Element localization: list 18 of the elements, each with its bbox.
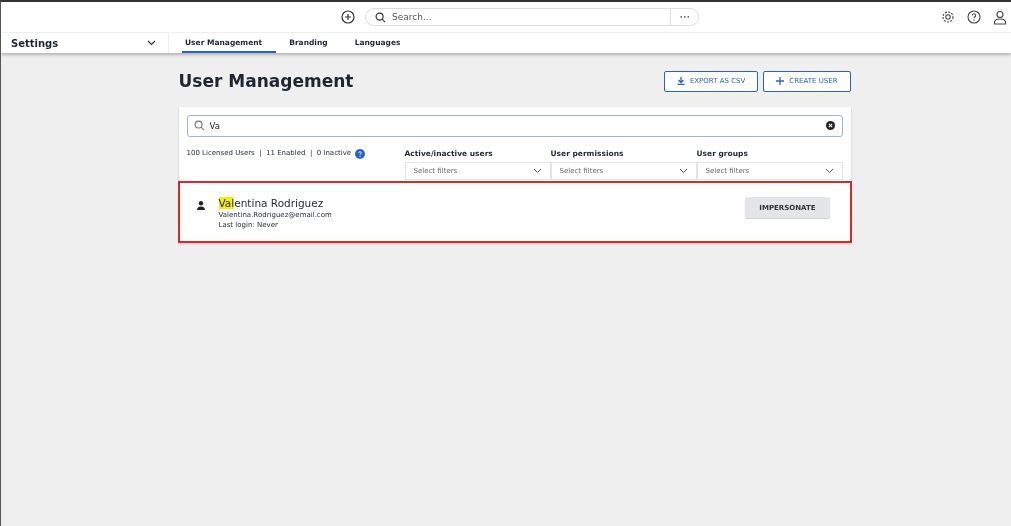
chevron-icon (678, 168, 688, 174)
clear-icon[interactable] (825, 121, 835, 130)
add-icon[interactable] (341, 10, 355, 24)
search-icon (375, 11, 386, 23)
chevron-icon[interactable] (147, 40, 156, 46)
help-icon[interactable] (967, 9, 981, 24)
help-icon[interactable] (355, 149, 366, 159)
chevron-icon (824, 168, 834, 174)
section-title: Settings (11, 37, 59, 49)
plus-icon (776, 77, 785, 85)
person-icon (196, 201, 205, 210)
user-search-field[interactable]: Va (186, 115, 843, 137)
search-icon (193, 120, 205, 131)
user-icon[interactable] (993, 9, 1007, 25)
page-title: User Management (178, 71, 354, 91)
chevron-icon (532, 168, 542, 174)
settings-icon[interactable] (941, 9, 955, 24)
download-icon (676, 77, 685, 85)
